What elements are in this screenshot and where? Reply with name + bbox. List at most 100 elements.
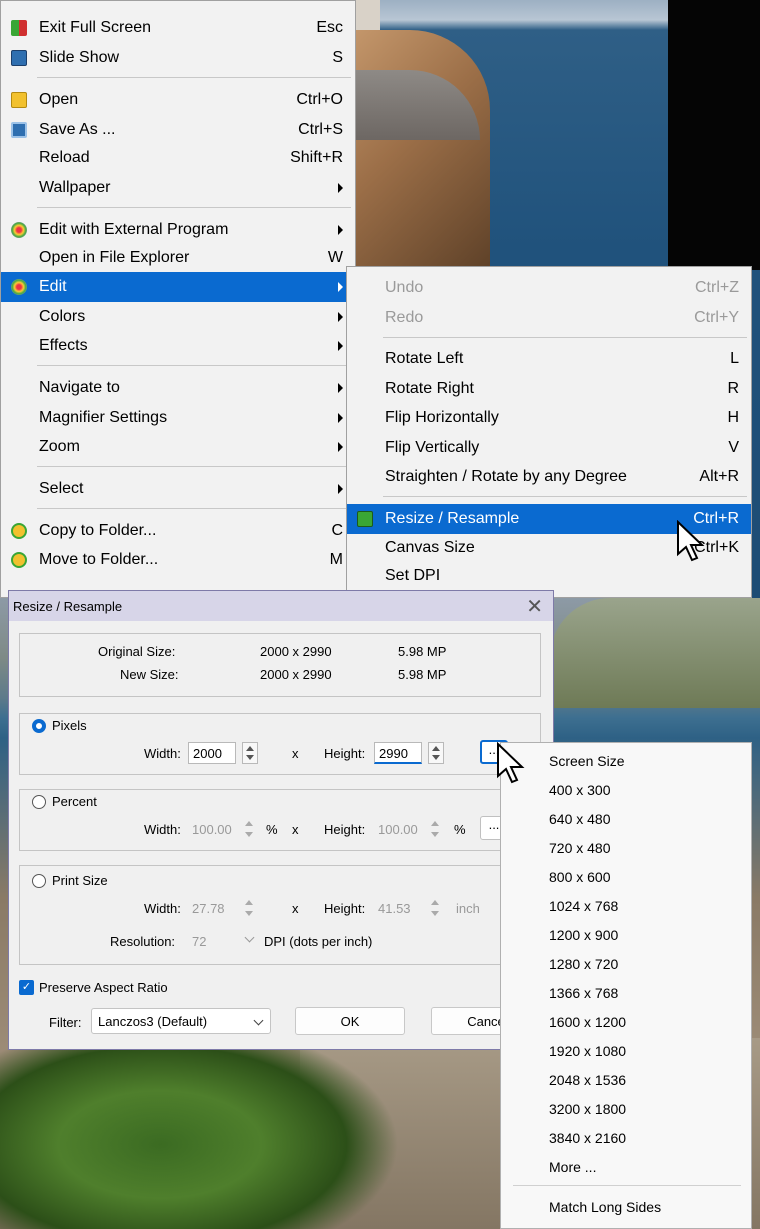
submenu-arrow-icon bbox=[338, 383, 343, 393]
pixels-height-spinner[interactable] bbox=[428, 742, 444, 764]
pixels-width-input[interactable]: 2000 bbox=[188, 742, 236, 764]
menu-item-open[interactable]: Open Ctrl+O bbox=[1, 85, 355, 115]
menu-separator bbox=[383, 337, 747, 338]
menu-item-rotate-left[interactable]: Rotate Left L bbox=[347, 344, 751, 374]
preset-item[interactable]: 3840 x 2160 bbox=[549, 1130, 626, 1146]
pixels-width-spinner[interactable] bbox=[242, 742, 258, 764]
context-menu: Exit Full Screen Esc Slide Show S Open C… bbox=[0, 0, 356, 598]
menu-item-wallpaper[interactable]: Wallpaper bbox=[1, 173, 355, 203]
menu-item-shortcut: Esc bbox=[316, 19, 343, 36]
filter-label: Filter: bbox=[49, 1015, 82, 1030]
open-folder-icon bbox=[11, 92, 27, 108]
menu-item-open-in-explorer[interactable]: Open in File Explorer W bbox=[1, 243, 355, 273]
preset-item[interactable]: 2048 x 1536 bbox=[549, 1072, 626, 1088]
print-height-input[interactable]: 41.53 bbox=[378, 901, 411, 916]
menu-item-magnifier-settings[interactable]: Magnifier Settings bbox=[1, 403, 355, 433]
menu-item-edit[interactable]: Edit bbox=[1, 272, 355, 302]
preset-item[interactable]: 720 x 480 bbox=[549, 840, 611, 856]
print-width-input[interactable]: 27.78 bbox=[192, 901, 225, 916]
match-long-sides-item[interactable]: Match Long Sides bbox=[549, 1199, 661, 1215]
menu-item-effects[interactable]: Effects bbox=[1, 331, 355, 361]
preset-item[interactable]: 1366 x 768 bbox=[549, 985, 618, 1001]
dialog-title: Resize / Resample bbox=[13, 599, 123, 614]
percent-unit: % bbox=[266, 822, 278, 837]
size-presets-menu: Screen Size 400 x 300 640 x 480 720 x 48… bbox=[500, 742, 752, 1229]
menu-item-zoom[interactable]: Zoom bbox=[1, 432, 355, 462]
menu-item-straighten[interactable]: Straighten / Rotate by any Degree Alt+R bbox=[347, 462, 751, 492]
close-icon[interactable]: ✕ bbox=[526, 594, 543, 619]
submenu-arrow-icon bbox=[338, 225, 343, 235]
submenu-arrow-icon bbox=[338, 341, 343, 351]
dialog-title-bar[interactable]: Resize / Resample ✕ bbox=[9, 591, 553, 621]
submenu-arrow-icon bbox=[338, 282, 343, 292]
percent-width-spinner[interactable] bbox=[242, 818, 258, 840]
preset-item[interactable]: 800 x 600 bbox=[549, 869, 611, 885]
menu-item-move-to-folder[interactable]: Move to Folder... M bbox=[1, 545, 355, 575]
menu-item-exit-full-screen[interactable]: Exit Full Screen Esc bbox=[1, 13, 355, 43]
submenu-arrow-icon bbox=[338, 413, 343, 423]
pixels-height-input[interactable]: 2990 bbox=[374, 742, 422, 764]
chevron-down-icon bbox=[244, 932, 255, 943]
ok-button[interactable]: OK bbox=[295, 1007, 405, 1035]
chevron-down-icon bbox=[253, 1015, 264, 1026]
preset-item-more[interactable]: More ... bbox=[549, 1159, 596, 1175]
menu-item-label: Flip Horizontally bbox=[385, 409, 499, 426]
percent-unit: % bbox=[454, 822, 466, 837]
preset-item[interactable]: Screen Size bbox=[549, 753, 624, 769]
print-height-spinner[interactable] bbox=[428, 897, 444, 919]
menu-item-shortcut: W bbox=[327, 249, 343, 266]
menu-separator bbox=[513, 1185, 741, 1186]
menu-item-select[interactable]: Select bbox=[1, 474, 355, 504]
menu-item-rotate-right[interactable]: Rotate Right R bbox=[347, 374, 751, 404]
resolution-select[interactable]: 72 bbox=[192, 934, 206, 949]
menu-separator bbox=[37, 365, 351, 366]
preserve-aspect-checkbox[interactable]: ✓ bbox=[19, 980, 34, 995]
menu-item-label: Edit bbox=[39, 278, 67, 295]
percent-width-label: Width: bbox=[144, 822, 181, 837]
menu-item-slide-show[interactable]: Slide Show S bbox=[1, 43, 355, 73]
menu-item-edit-external[interactable]: Edit with External Program bbox=[1, 215, 355, 245]
percent-radio[interactable] bbox=[32, 795, 46, 809]
pixels-radio[interactable] bbox=[32, 719, 46, 733]
menu-item-colors[interactable]: Colors bbox=[1, 302, 355, 332]
mouse-pointer-icon bbox=[497, 742, 525, 784]
filter-select[interactable]: Lanczos3 (Default) bbox=[91, 1008, 271, 1034]
menu-item-label: Exit Full Screen bbox=[39, 19, 152, 36]
preset-item[interactable]: 1600 x 1200 bbox=[549, 1014, 626, 1030]
menu-item-shortcut: L bbox=[730, 350, 739, 367]
preset-item[interactable]: 1920 x 1080 bbox=[549, 1043, 626, 1059]
size-info-group: Original Size: 2000 x 2990 5.98 MP New S… bbox=[19, 633, 541, 697]
preset-item[interactable]: 1280 x 720 bbox=[549, 956, 618, 972]
preset-item[interactable]: 1200 x 900 bbox=[549, 927, 618, 943]
preset-item[interactable]: 1024 x 768 bbox=[549, 898, 618, 914]
percent-height-spinner[interactable] bbox=[428, 818, 444, 840]
percent-height-input[interactable]: 100.00 bbox=[378, 822, 418, 837]
preset-item[interactable]: 640 x 480 bbox=[549, 811, 611, 827]
menu-item-shortcut: Ctrl+S bbox=[298, 121, 343, 138]
menu-item-label: Zoom bbox=[39, 438, 80, 455]
percent-label: Percent bbox=[52, 794, 97, 809]
menu-item-flip-vertically[interactable]: Flip Vertically V bbox=[347, 433, 751, 463]
preset-item[interactable]: 400 x 300 bbox=[549, 782, 611, 798]
print-size-radio[interactable] bbox=[32, 874, 46, 888]
menu-item-flip-horizontally[interactable]: Flip Horizontally H bbox=[347, 403, 751, 433]
menu-item-reload[interactable]: Reload Shift+R bbox=[1, 143, 355, 173]
submenu-arrow-icon bbox=[338, 312, 343, 322]
filter-value: Lanczos3 (Default) bbox=[98, 1014, 208, 1029]
percent-group: Percent Width: 100.00 % x Height: 100.00… bbox=[19, 789, 541, 851]
palette-icon bbox=[11, 222, 27, 238]
dpi-label: DPI (dots per inch) bbox=[264, 934, 373, 949]
print-width-spinner[interactable] bbox=[242, 897, 258, 919]
percent-width-input[interactable]: 100.00 bbox=[192, 822, 232, 837]
preset-item[interactable]: 3200 x 1800 bbox=[549, 1101, 626, 1117]
menu-separator bbox=[37, 77, 351, 78]
print-unit-select[interactable]: inch bbox=[456, 901, 480, 916]
slideshow-icon bbox=[11, 50, 27, 66]
menu-item-navigate-to[interactable]: Navigate to bbox=[1, 373, 355, 403]
preserve-aspect-label: Preserve Aspect Ratio bbox=[39, 980, 168, 995]
menu-item-save-as[interactable]: Save As ... Ctrl+S bbox=[1, 115, 355, 145]
menu-item-label: Set DPI bbox=[385, 567, 441, 584]
menu-item-label: Wallpaper bbox=[39, 179, 111, 196]
menu-item-copy-to-folder[interactable]: Copy to Folder... C bbox=[1, 516, 355, 546]
copy-folder-icon bbox=[11, 523, 27, 539]
